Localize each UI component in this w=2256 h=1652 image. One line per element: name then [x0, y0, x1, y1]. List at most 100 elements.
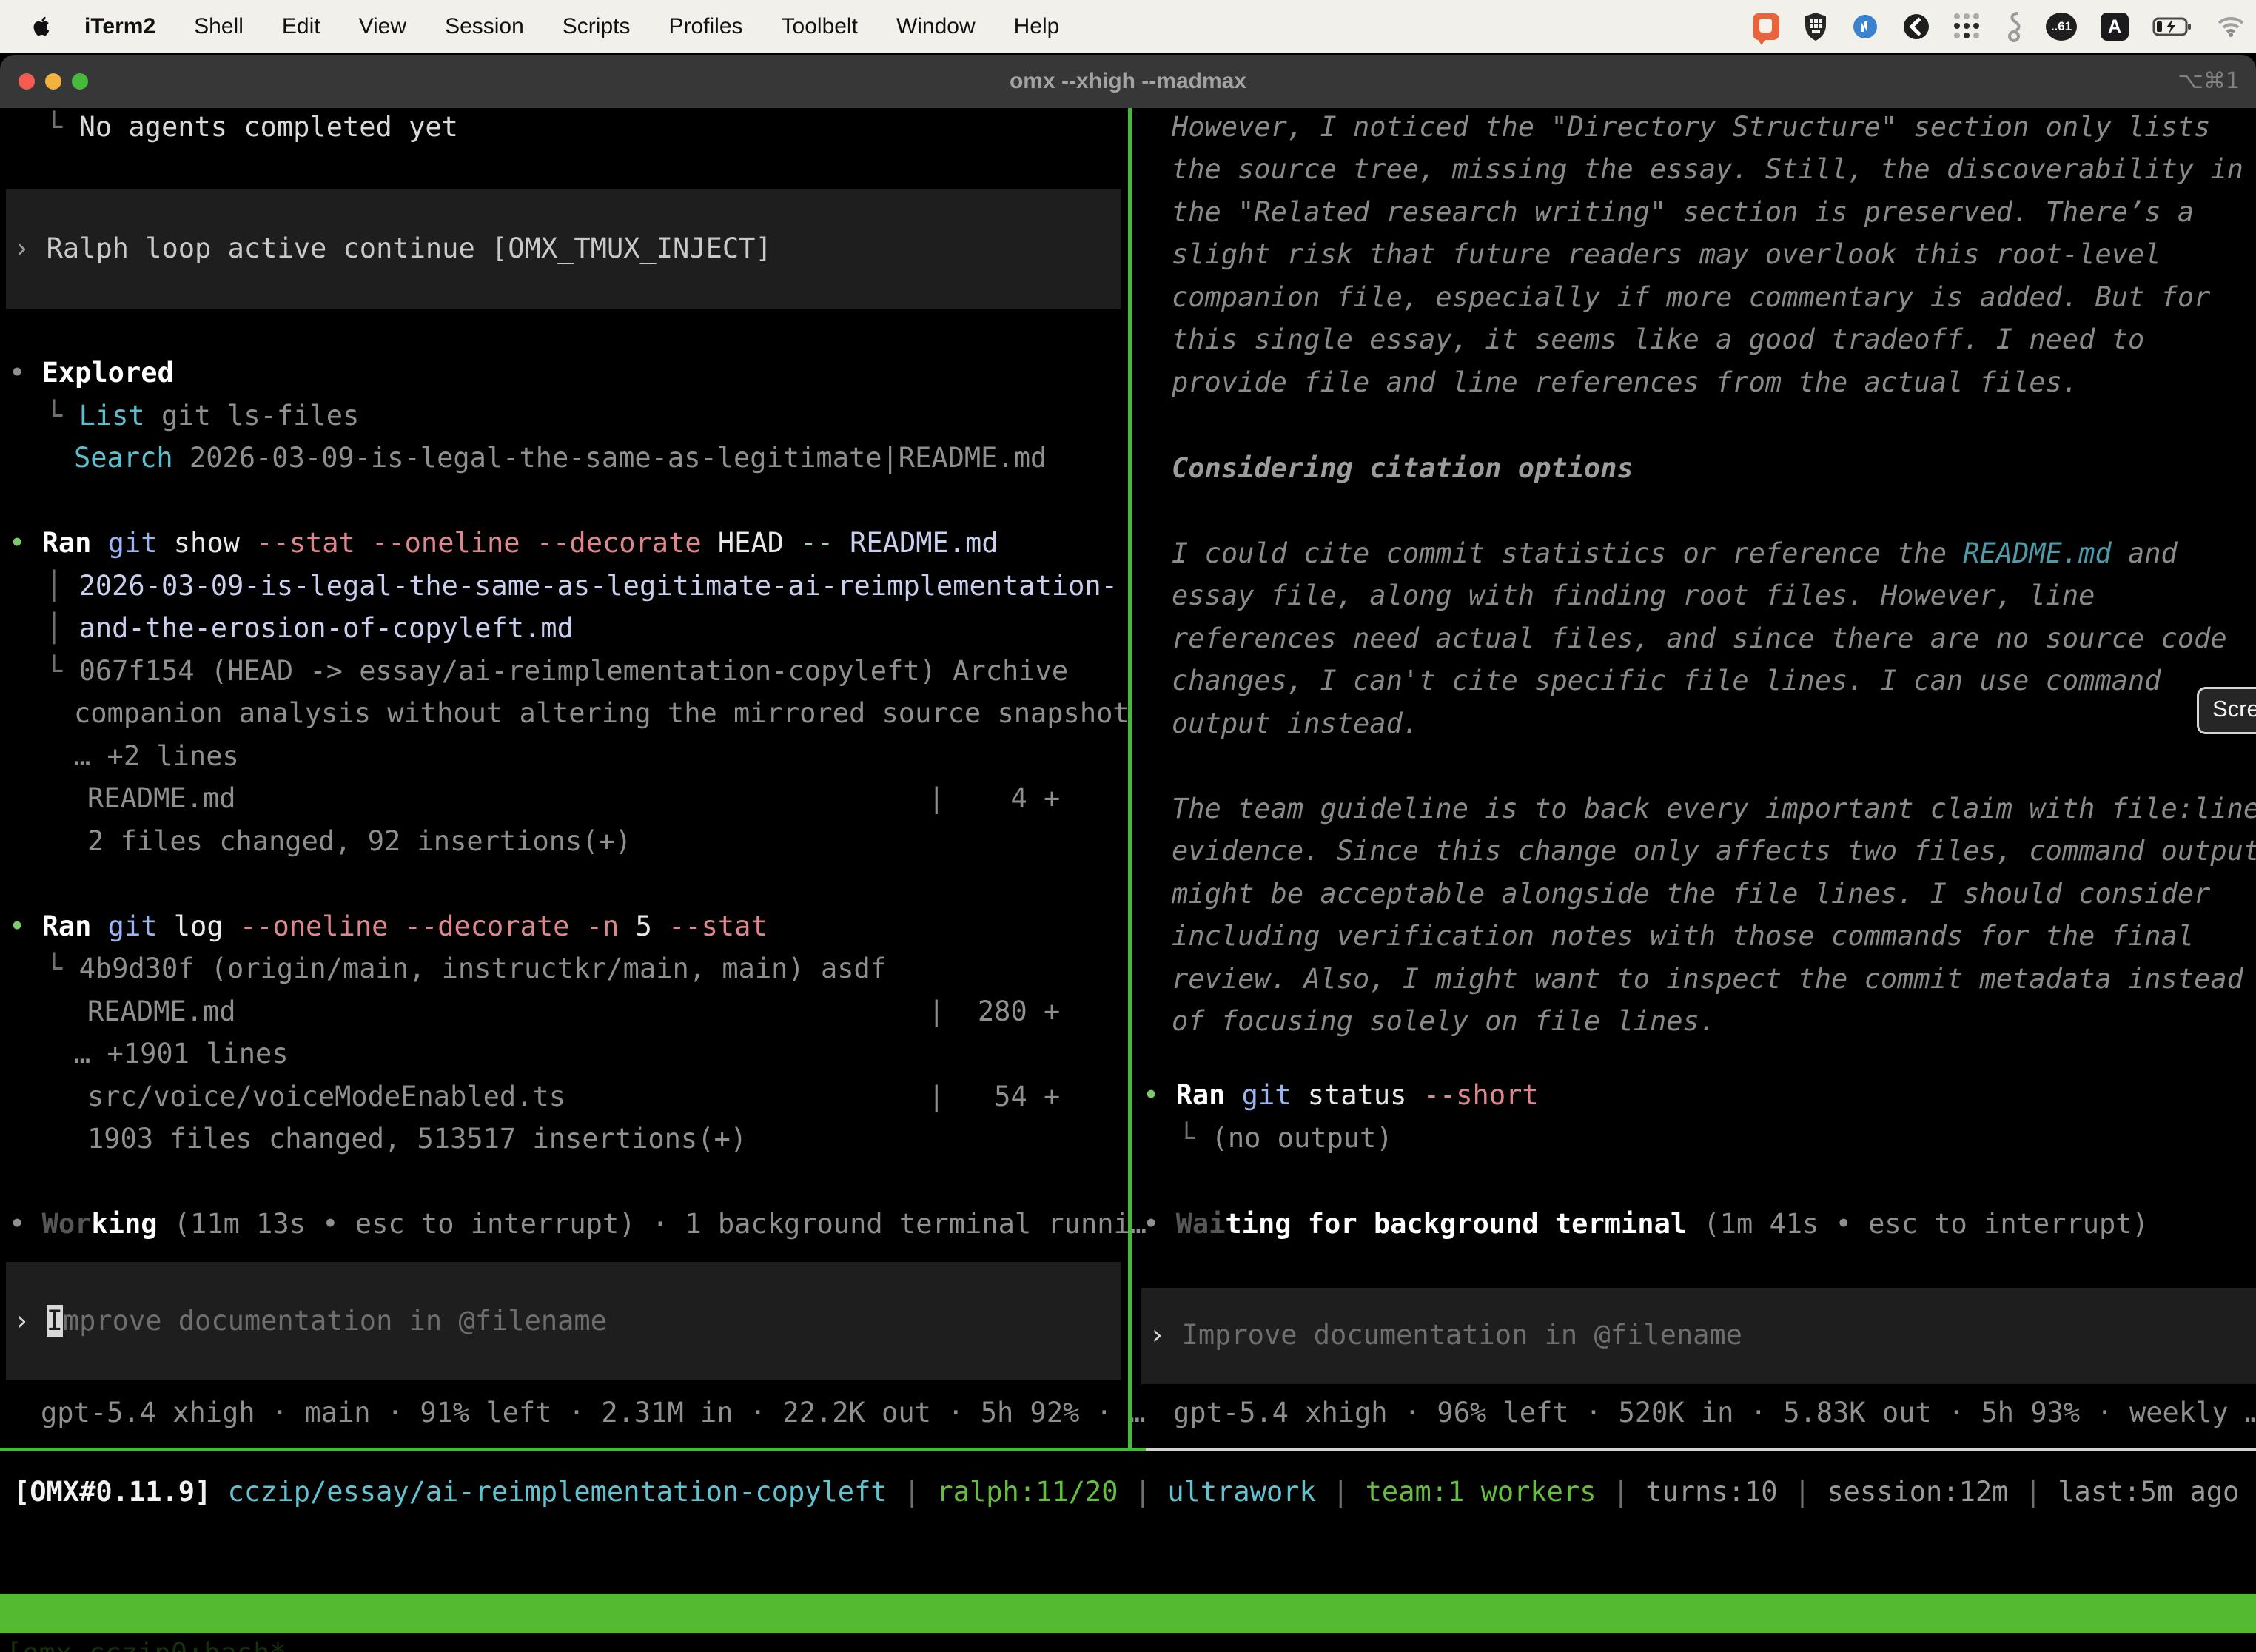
- prompt-chevron: ›: [13, 232, 47, 264]
- left-session-status: gpt-5.4 xhigh · main · 91% left · 2.31M …: [41, 1395, 1145, 1431]
- bullet-icon: •: [9, 1208, 42, 1240]
- essay-filename-part2: and-the-erosion-of-copyleft.md: [79, 612, 574, 644]
- separator: |: [2008, 1476, 2058, 1508]
- thinking-p2-l4: changes, I can't cite specific file line…: [1172, 663, 2161, 699]
- menu-item-iterm2[interactable]: iTerm2: [84, 14, 155, 39]
- right-prompt-input-box[interactable]: › Improve documentation in @filename: [1141, 1288, 2256, 1384]
- window-shortcut: ⌥⌘1: [2178, 55, 2240, 108]
- menu-item-help[interactable]: Help: [1014, 14, 1060, 39]
- prompt-chevron: ›: [13, 1305, 47, 1337]
- git-token: git: [108, 527, 174, 559]
- bullet-icon: •: [9, 910, 42, 942]
- no-output-line: └ (no output): [1178, 1121, 1393, 1156]
- thinking-p1-l3: the "Related research writing" section i…: [1172, 195, 2194, 230]
- diffstat-3: src/voice/voiceModeEnabled.ts | 54 +: [87, 1079, 1060, 1115]
- diffsummary-1: 2 files changed, 92 insertions(+): [87, 824, 631, 859]
- search-verb: Search: [74, 442, 173, 474]
- wifi-icon[interactable]: [2216, 16, 2246, 38]
- right-terminal-pane: However, I noticed the "Directory Struct…: [1132, 108, 2256, 1449]
- inject-input-text: Ralph loop active continue [OMX_TMUX_INJ…: [47, 232, 772, 264]
- cmd-token: show: [174, 527, 256, 559]
- tree-pipe: │: [46, 570, 79, 602]
- menu-item-view[interactable]: View: [359, 14, 406, 39]
- commit-line-2: └ 4b9d30f (origin/main, instructkr/main,…: [46, 951, 887, 987]
- menu-item-window[interactable]: Window: [896, 14, 976, 39]
- agents-status-line: └ No agents completed yet: [46, 110, 458, 145]
- bullet-icon: •: [9, 357, 42, 389]
- waiting-status-line: • Waiting for background terminal (1m 41…: [1143, 1206, 2149, 1242]
- p2-text-a: I could cite commit statistics or refere…: [1172, 537, 1963, 569]
- separator: |: [1118, 1476, 1168, 1508]
- agents-done-text: No agents completed yet: [79, 111, 458, 143]
- menu-item-toolbelt[interactable]: Toolbelt: [782, 14, 858, 39]
- thinking-p2-l1: I could cite commit statistics or refere…: [1172, 536, 2178, 571]
- working-status-line: • Working (11m 13s • esc to interrupt) ·…: [9, 1206, 1147, 1242]
- thinking-p1-l2: the source tree, missing the essay. Stil…: [1172, 152, 2243, 187]
- apple-icon[interactable]: [30, 13, 52, 40]
- separator: |: [1597, 1476, 1646, 1508]
- hook-icon[interactable]: [2004, 10, 2022, 43]
- prompt-chevron: ›: [1149, 1319, 1182, 1351]
- ran-git-show-line: • Ran git show --stat --oneline --decora…: [9, 526, 998, 561]
- waiting-detail: (1m 41s • esc to interrupt): [1687, 1208, 2149, 1240]
- list-cmd: git ls-files: [145, 400, 360, 432]
- separator: |: [887, 1476, 937, 1508]
- turns-counter: turns:10: [1645, 1476, 1777, 1508]
- flags2-token: --stat: [668, 910, 768, 942]
- timer-61-icon[interactable]: ..61: [2046, 13, 2077, 41]
- input-source-icon[interactable]: A: [2101, 13, 2129, 41]
- separator: |: [1316, 1476, 1366, 1508]
- battery-icon[interactable]: [2152, 16, 2192, 37]
- cmd-token: status: [1308, 1079, 1423, 1111]
- team-workers: team:1 workers: [1366, 1476, 1597, 1508]
- diffstat-2: README.md | 280 +: [87, 994, 1060, 1030]
- chat-bubble-icon[interactable]: [1753, 13, 1779, 40]
- more-lines-2: … +1901 lines: [74, 1036, 289, 1072]
- flags-token: --oneline --decorate: [240, 910, 586, 942]
- ran-git-log-line: • Ran git log --oneline --decorate -n 5 …: [9, 909, 768, 944]
- working-detail: (11m 13s • esc to interrupt) · 1 backgro…: [158, 1208, 1147, 1240]
- shield-grid-icon[interactable]: [1803, 12, 1828, 41]
- window-title: omx --xhigh --madmax: [0, 55, 2256, 108]
- right-session-status: gpt-5.4 xhigh · 96% left · 520K in · 5.8…: [1173, 1395, 2256, 1431]
- tmux-session-window[interactable]: [omx-cczip0:bash*: [6, 1633, 286, 1652]
- bullet-icon: •: [1143, 1079, 1176, 1111]
- menu-item-edit[interactable]: Edit: [282, 14, 320, 39]
- git-token: git: [108, 910, 174, 942]
- pane-divider: [1128, 108, 1132, 1449]
- thinking-p1-l7: provide file and line references from th…: [1172, 365, 2078, 400]
- ran-git-status-line: • Ran git status --short: [1143, 1078, 1539, 1113]
- text-cursor: I: [47, 1305, 63, 1337]
- menu-bar: iTerm2 Shell Edit View Session Scripts P…: [0, 0, 2256, 53]
- nflag-token: -n: [586, 910, 636, 942]
- menu-item-session[interactable]: Session: [445, 14, 524, 39]
- thinking-p1-l4: slight risk that future readers may over…: [1172, 237, 2161, 272]
- file-token: README.md: [850, 527, 998, 559]
- dots-grid-icon[interactable]: [1954, 13, 1981, 40]
- inject-input-box[interactable]: › Ralph loop active continue [OMX_TMUX_I…: [6, 189, 1121, 309]
- list-verb: List: [79, 400, 145, 432]
- screen-overlay-button[interactable]: Scre: [2197, 687, 2256, 734]
- cmd-token: log: [174, 910, 240, 942]
- thinking-p3-l3: might be acceptable alongside the file l…: [1172, 876, 2210, 912]
- tree-pipe: │: [46, 612, 79, 644]
- waiting-shimmer-dim: Wai: [1176, 1208, 1226, 1240]
- blue-badge-icon[interactable]: [1852, 13, 1879, 40]
- k-circle-icon[interactable]: [1902, 13, 1930, 41]
- ran-label: Ran: [42, 910, 108, 942]
- essay-filename-part1: 2026-03-09-is-legal-the-same-as-legitima…: [79, 570, 1118, 602]
- flags-token: --stat --oneline --decorate: [256, 527, 718, 559]
- thinking-p3-l4: including verification notes with those …: [1172, 919, 2194, 954]
- left-prompt-input-box[interactable]: › Improve documentation in @filename: [6, 1262, 1121, 1380]
- filename-wrap-line-2: │ and-the-erosion-of-copyleft.md: [46, 611, 574, 646]
- ran-label: Ran: [42, 527, 108, 559]
- tree-elbow: └: [46, 400, 79, 432]
- waiting-shimmer-bright: ting for background terminal: [1225, 1208, 1687, 1240]
- menu-item-scripts[interactable]: Scripts: [563, 14, 631, 39]
- menu-item-shell[interactable]: Shell: [194, 14, 244, 39]
- tmux-status-bar: [omx-cczip0:bash* "MacBook-Pro-44.local"…: [0, 1594, 2256, 1633]
- thinking-p1-l1: However, I noticed the "Directory Struct…: [1172, 110, 2210, 145]
- working-shimmer-dim: Wor: [42, 1208, 92, 1240]
- tree-elbow: └: [46, 953, 79, 984]
- menu-item-profiles[interactable]: Profiles: [668, 14, 742, 39]
